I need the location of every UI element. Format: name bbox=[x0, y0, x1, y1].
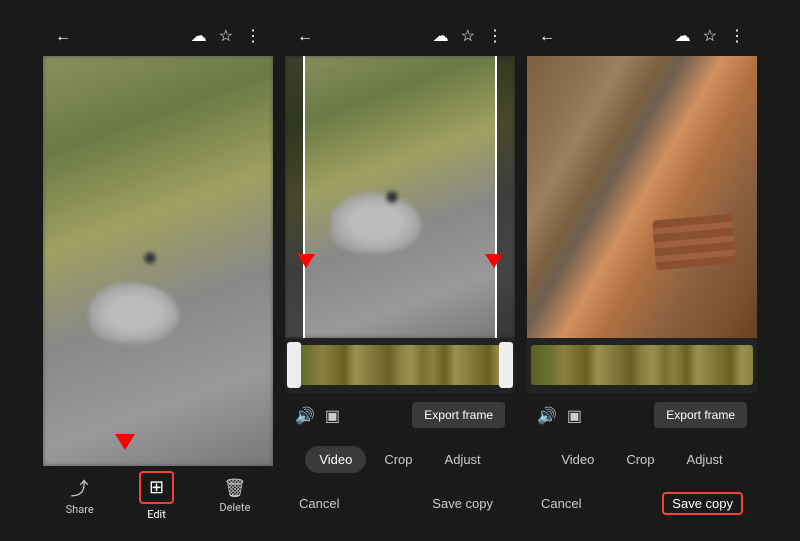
s2-volume-icon[interactable]: 🔊 bbox=[295, 406, 315, 425]
s2-more-icon[interactable]: ⋮ bbox=[487, 26, 503, 45]
screen2-photo bbox=[285, 56, 515, 338]
s3-tab-adjust[interactable]: Adjust bbox=[673, 446, 737, 473]
screen1-top-bar: ← ☁ ☆ ⋮ bbox=[43, 16, 273, 56]
s2-cancel-btn[interactable]: Cancel bbox=[299, 496, 339, 511]
s3-timeline-strip bbox=[531, 345, 753, 385]
photo-dot bbox=[144, 252, 156, 264]
screen2-tabs: Video Crop Adjust bbox=[285, 438, 515, 482]
top-bar-right-icons: ☁ ☆ ⋮ bbox=[191, 26, 261, 45]
tab-video[interactable]: Video bbox=[305, 446, 366, 473]
s3-photo-background bbox=[527, 56, 757, 338]
delete-icon: 🗑 bbox=[223, 478, 246, 499]
s3-back-icon[interactable]: ← bbox=[539, 26, 555, 46]
export-frame-btn[interactable]: Export frame bbox=[412, 402, 505, 428]
s3-more-icon[interactable]: ⋮ bbox=[729, 26, 745, 45]
star-icon[interactable]: ☆ bbox=[219, 26, 233, 45]
s3-export-frame-btn[interactable]: Export frame bbox=[654, 402, 747, 428]
screen1-photo bbox=[43, 56, 273, 466]
tab-adjust[interactable]: Adjust bbox=[431, 446, 495, 473]
screen2-timeline bbox=[285, 338, 515, 393]
share-tool[interactable]: ⤴ Share bbox=[66, 475, 94, 516]
photo-background bbox=[43, 56, 273, 466]
red-arrow-left bbox=[297, 254, 315, 268]
cloud-icon[interactable]: ☁ bbox=[191, 26, 207, 45]
more-icon[interactable]: ⋮ bbox=[245, 26, 261, 45]
screen2: ← ☁ ☆ ⋮ bbox=[285, 16, 515, 526]
screen2-controls: 🔊 ▣ Export frame bbox=[285, 393, 515, 438]
edit-label: Edit bbox=[147, 508, 166, 521]
s2-top-right: ☁ ☆ ⋮ bbox=[433, 26, 503, 45]
screen1-bottom-toolbar: ⤴ Share ⊞ Edit 🗑 Delete bbox=[43, 466, 273, 526]
screen1: ← ☁ ☆ ⋮ ⤴ Share bbox=[43, 16, 273, 526]
timeline-handle-left[interactable] bbox=[287, 342, 301, 388]
edit-tool[interactable]: ⊞ Edit bbox=[139, 471, 174, 521]
screen3-tabs: Video Crop Adjust bbox=[527, 438, 757, 482]
s3-volume-icon[interactable]: 🔊 bbox=[537, 406, 557, 425]
screen3: ← ☁ ☆ ⋮ 🔊 ▣ Export frame Video Crop bbox=[527, 16, 757, 526]
s2-save-copy-btn[interactable]: Save copy bbox=[424, 492, 501, 515]
s3-top-right: ☁ ☆ ⋮ bbox=[675, 26, 745, 45]
s3-cloud-icon[interactable]: ☁ bbox=[675, 26, 691, 45]
s2-star-icon[interactable]: ☆ bbox=[461, 26, 475, 45]
edit-icon: ⊞ bbox=[149, 477, 164, 498]
s3-save-copy-btn[interactable]: Save copy bbox=[662, 492, 743, 515]
screen3-timeline bbox=[527, 338, 757, 393]
red-arrow-screen1 bbox=[115, 434, 135, 450]
s3-film-icon[interactable]: ▣ bbox=[567, 406, 582, 425]
screen2-top-bar: ← ☁ ☆ ⋮ bbox=[285, 16, 515, 56]
logs-element bbox=[652, 214, 736, 271]
screen3-photo bbox=[527, 56, 757, 338]
screen3-action-bar: Cancel Save copy bbox=[527, 482, 757, 526]
s2-photo-dot bbox=[386, 191, 398, 203]
s3-star-icon[interactable]: ☆ bbox=[703, 26, 717, 45]
delete-tool[interactable]: 🗑 Delete bbox=[219, 478, 250, 514]
screen3-controls: 🔊 ▣ Export frame bbox=[527, 393, 757, 438]
screens-container: ← ☁ ☆ ⋮ ⤴ Share bbox=[33, 6, 767, 536]
screen3-top-bar: ← ☁ ☆ ⋮ bbox=[527, 16, 757, 56]
s3-tab-video[interactable]: Video bbox=[547, 446, 608, 473]
back-icon[interactable]: ← bbox=[55, 26, 71, 46]
delete-label: Delete bbox=[219, 501, 250, 514]
s2-back-icon[interactable]: ← bbox=[297, 26, 313, 46]
s2-photo-background bbox=[285, 56, 515, 338]
s3-tab-crop[interactable]: Crop bbox=[612, 446, 668, 473]
s2-film-icon[interactable]: ▣ bbox=[325, 406, 340, 425]
s3-cancel-btn[interactable]: Cancel bbox=[541, 496, 581, 511]
timeline-strip bbox=[289, 345, 511, 385]
share-label: Share bbox=[66, 503, 94, 516]
share-icon: ⤴ bbox=[71, 475, 89, 501]
screen2-action-bar: Cancel Save copy bbox=[285, 482, 515, 526]
timeline-handle-right[interactable] bbox=[499, 342, 513, 388]
red-arrow-right bbox=[485, 254, 503, 268]
tab-crop[interactable]: Crop bbox=[370, 446, 426, 473]
rock-element bbox=[89, 283, 179, 343]
s2-rock-element bbox=[331, 193, 421, 253]
s2-cloud-icon[interactable]: ☁ bbox=[433, 26, 449, 45]
